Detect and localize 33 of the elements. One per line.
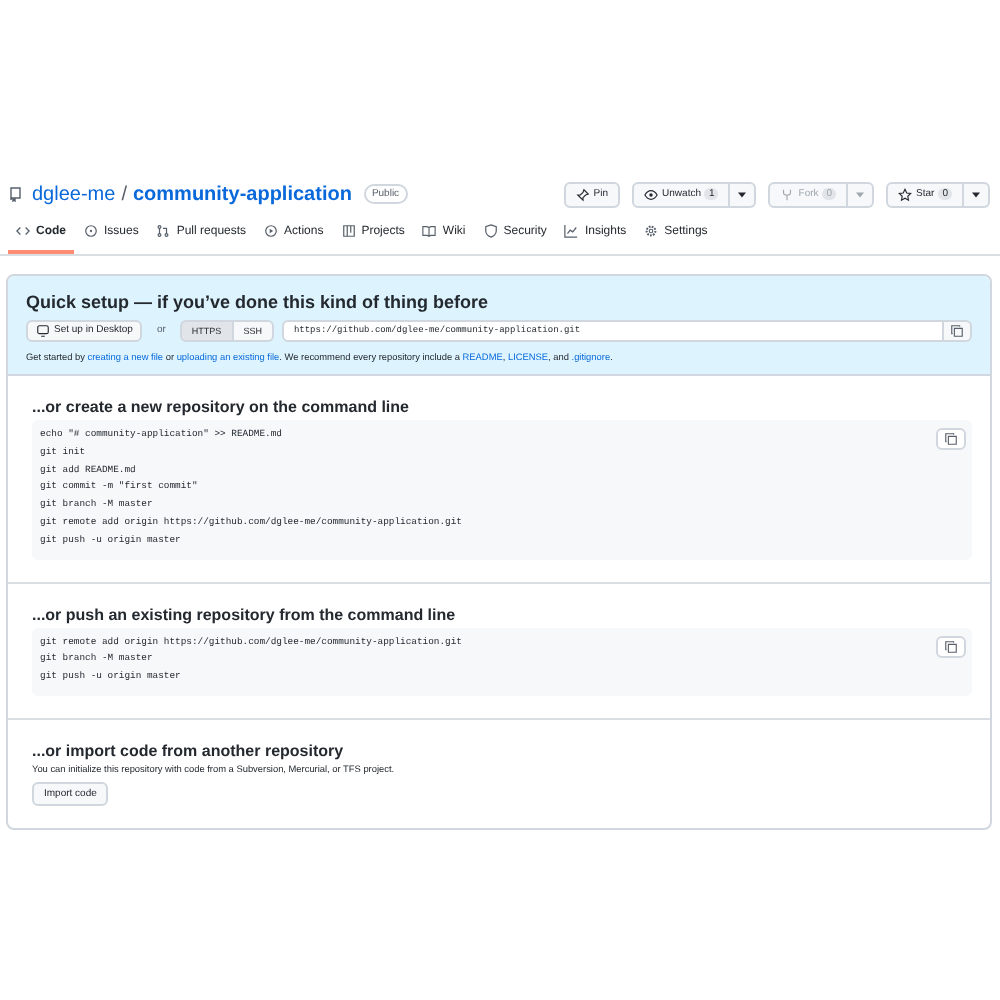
caret-icon <box>856 191 865 197</box>
settings-icon <box>644 224 659 238</box>
copy-button[interactable] <box>944 319 972 341</box>
section-title: ...or import code from another repository <box>32 741 346 760</box>
repo-owner-link[interactable]: dglee-me <box>32 183 116 205</box>
code-icon <box>16 224 30 238</box>
wiki-icon <box>422 224 437 238</box>
copy-icon <box>950 323 964 337</box>
issues-icon <box>84 224 98 238</box>
actions-icon <box>264 224 279 238</box>
pulls-icon <box>156 224 171 238</box>
section-title: Quick setup — if you’ve done this kind of thing before <box>26 292 491 312</box>
section-title: ...or push an existing repository from the command line <box>32 605 458 624</box>
dropdown-button[interactable] <box>730 181 757 207</box>
pin-icon <box>575 187 590 201</box>
copy-icon <box>944 432 958 446</box>
security-icon <box>483 224 498 238</box>
star-icon <box>898 187 913 201</box>
insights-icon <box>564 224 579 238</box>
caret-icon <box>972 191 980 197</box>
copy-icon <box>944 639 958 654</box>
eye-icon <box>644 187 659 201</box>
fork-icon <box>780 187 795 201</box>
repo-icon <box>8 186 24 202</box>
caret-icon <box>738 191 747 197</box>
desktop-icon <box>36 323 50 337</box>
copy-button[interactable] <box>936 428 966 450</box>
projects-icon <box>341 224 356 238</box>
dropdown-button[interactable] <box>964 181 990 207</box>
section-title: ...or create a new repository on the command line <box>32 398 411 416</box>
repo-name-link[interactable]: community-application <box>132 183 352 205</box>
copy-button[interactable] <box>936 635 966 658</box>
path-separator: / <box>121 183 127 205</box>
